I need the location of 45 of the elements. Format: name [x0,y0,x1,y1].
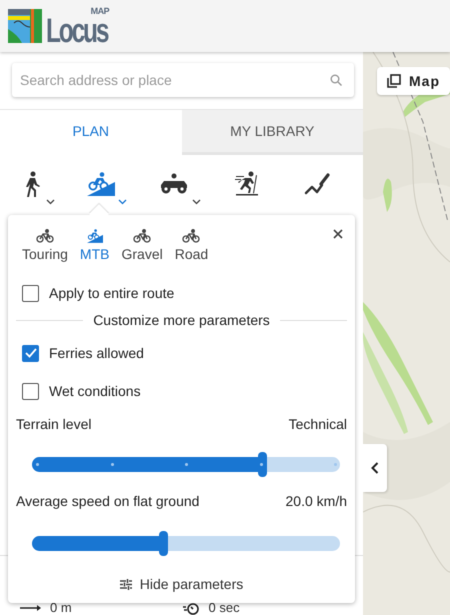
bicycle-icon [36,229,54,243]
stopwatch-icon [182,601,200,615]
atv-icon [159,173,190,195]
search-field[interactable]: Search address or place [12,63,354,97]
tab[interactable]: MY LIBRARY [182,110,363,155]
profile-option[interactable]: Touring [16,229,74,262]
slider-value: 20.0 km/h [286,493,347,509]
collapse-panel-button[interactable] [363,444,387,492]
slider-value: Technical [288,416,347,432]
slider-label: Average speed on flat ground [16,493,200,509]
profile-option[interactable]: MTB [74,229,116,262]
layers-icon [387,74,401,88]
sliders-icon [120,578,132,590]
chevron-left-icon [371,462,379,474]
checkbox[interactable] [22,284,39,302]
checkbox[interactable] [22,344,39,362]
skier-icon [234,171,260,197]
checkbox-label: Wet conditions [49,383,141,399]
profile-option[interactable]: Road [168,229,214,262]
section-title: Customize more parameters [93,312,270,328]
arrow-icon [20,604,42,612]
slider-fill[interactable] [32,452,267,477]
checkbox[interactable] [22,382,39,400]
close-icon [333,229,343,239]
logo-icon [8,9,42,43]
slider[interactable] [32,452,340,477]
hide-parameters-button[interactable]: Hide parameters [116,572,248,596]
stat-value: 0 m [50,601,72,615]
logo-text: Locus [46,16,108,46]
profile-option[interactable]: Gravel [115,229,169,262]
stat-value: 0 sec [208,601,240,615]
uphill-bike-icon [86,229,103,243]
checkbox-label: Ferries allowed [49,345,144,361]
search-icon[interactable] [330,74,342,86]
close-button[interactable] [331,227,345,241]
pencil-line-icon [304,173,330,195]
checkbox-label: Apply to entire route [49,285,174,301]
map-layer-button[interactable]: Map [377,67,450,95]
bicycle-icon [133,229,152,243]
logo-caption: MAP [90,6,110,16]
bicycle-icon [182,229,200,243]
uphill-bike-icon [87,172,116,196]
slider[interactable] [32,531,340,556]
slider-fill[interactable] [32,531,168,556]
slider-label: Terrain level [16,416,92,432]
